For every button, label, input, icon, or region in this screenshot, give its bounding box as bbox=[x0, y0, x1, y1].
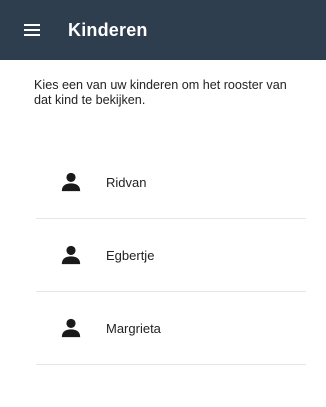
menu-bar-bottom bbox=[24, 34, 40, 36]
child-name: Ridvan bbox=[106, 174, 147, 190]
list-item-margrieta[interactable]: Margrieta bbox=[36, 292, 306, 365]
person-icon bbox=[61, 318, 81, 338]
hamburger-menu-icon[interactable] bbox=[24, 18, 48, 42]
child-name: Margrieta bbox=[106, 320, 161, 336]
child-name: Egbertje bbox=[106, 247, 155, 263]
app-bar: Kinderen bbox=[0, 0, 326, 60]
page-title: Kinderen bbox=[68, 19, 148, 40]
menu-bar-top bbox=[24, 24, 40, 26]
menu-bar-middle bbox=[24, 29, 40, 31]
children-list: Ridvan Egbertje Margrieta bbox=[36, 146, 306, 365]
app: Kinderen Kies een van uw kinderen om het… bbox=[0, 0, 326, 407]
intro-text: Kies een van uw kinderen om het rooster … bbox=[34, 78, 287, 107]
person-icon bbox=[61, 172, 81, 192]
person-icon bbox=[61, 245, 81, 265]
list-item-egbertje[interactable]: Egbertje bbox=[36, 219, 306, 292]
list-item-ridvan[interactable]: Ridvan bbox=[36, 146, 306, 219]
